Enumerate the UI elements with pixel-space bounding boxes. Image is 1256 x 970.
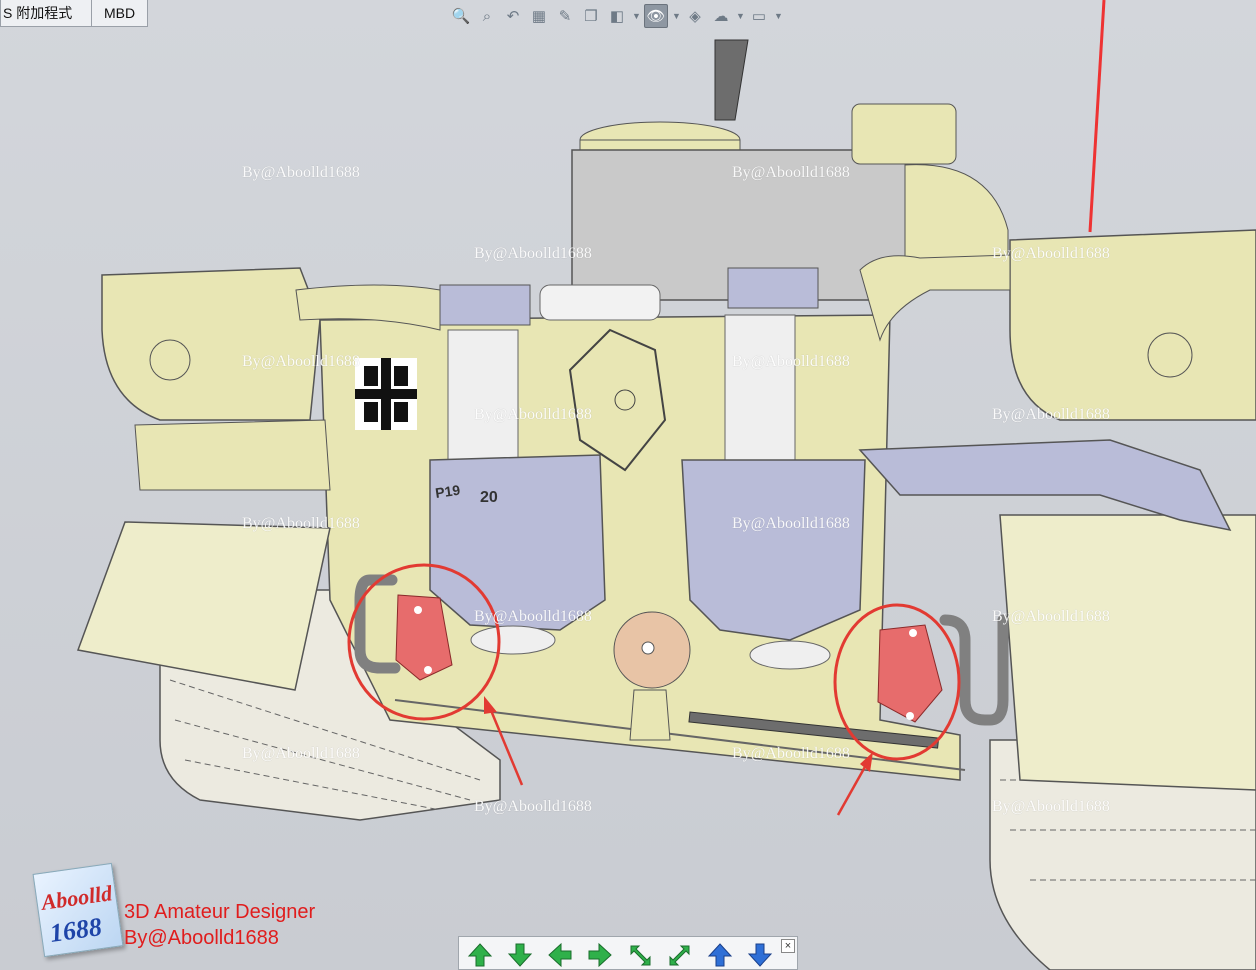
logo-text-bottom: 1688 xyxy=(47,912,104,948)
section-view-icon[interactable]: ▦ xyxy=(528,5,550,27)
axis-line xyxy=(1088,0,1106,233)
chevron-down-icon[interactable]: ▼ xyxy=(672,11,681,21)
display-style-icon[interactable]: ◧ xyxy=(606,5,628,27)
right-exhaust-cap xyxy=(877,624,943,723)
view-rotate-palette: × xyxy=(458,936,798,970)
cross-insignia xyxy=(355,358,417,430)
edit-appearance-icon[interactable]: ◈ xyxy=(684,5,706,27)
credit-line-1: 3D Amateur Designer xyxy=(124,901,316,923)
command-manager-tabs: S 附加程式 MBD xyxy=(0,0,148,28)
watermark: By@Aboolld1688 xyxy=(732,515,850,532)
marking-20: 20 xyxy=(480,489,498,506)
tab-mbd[interactable]: MBD xyxy=(92,0,148,27)
rotate-up-icon[interactable] xyxy=(467,942,493,968)
move-up-icon[interactable] xyxy=(707,942,733,968)
watermark: By@Aboolld1688 xyxy=(474,406,592,423)
watermark: By@Aboolld1688 xyxy=(732,164,850,181)
zoom-to-fit-icon[interactable]: 🔍 xyxy=(450,5,472,27)
roll-counterclockwise-icon[interactable] xyxy=(667,942,693,968)
watermark: By@Aboolld1688 xyxy=(242,164,360,181)
heads-up-view-toolbar: 🔍 ⌕ ↶ ▦ ✎ ❐ ◧ ▼ 👁 ▼ ◈ ☁ ▼ ▭ ▼ xyxy=(450,3,783,29)
access-hatch-cap xyxy=(614,389,636,411)
watermark: By@Aboolld1688 xyxy=(992,245,1110,262)
dynamic-annotation-icon[interactable]: ✎ xyxy=(554,5,576,27)
watermark: By@Aboolld1688 xyxy=(992,406,1110,423)
watermark: By@Aboolld1688 xyxy=(242,515,360,532)
zoom-area-icon[interactable]: ⌕ xyxy=(476,5,498,27)
rotate-right-icon[interactable] xyxy=(587,942,613,968)
watermark: By@Aboolld1688 xyxy=(732,353,850,370)
watermark: By@Aboolld1688 xyxy=(992,798,1110,815)
watermark: By@Aboolld1688 xyxy=(242,353,360,370)
watermark: By@Aboolld1688 xyxy=(242,745,360,762)
watermark: By@Aboolld1688 xyxy=(732,745,850,762)
logo-text-top: Aboolld xyxy=(39,880,114,915)
left-rear-flap xyxy=(76,521,331,691)
graphics-viewport[interactable]: P19 20 By@Aboolld1688 By@Aboolld1688 By@… xyxy=(0,0,1256,970)
watermark: By@Aboolld1688 xyxy=(992,608,1110,625)
apply-scene-icon[interactable]: ☁ xyxy=(710,5,732,27)
roll-clockwise-icon[interactable] xyxy=(627,942,653,968)
right-exhaust-pipe xyxy=(939,614,1009,726)
rotate-down-icon[interactable] xyxy=(507,942,533,968)
right-rear-fender xyxy=(999,514,1256,791)
chevron-down-icon[interactable]: ▼ xyxy=(736,11,745,21)
watermark: By@Aboolld1688 xyxy=(474,798,592,815)
credit-line-2: By@Aboolld1688 xyxy=(124,927,279,949)
tow-coupling xyxy=(629,689,671,741)
watermark: By@Aboolld1688 xyxy=(474,608,592,625)
watermark: By@Aboolld1688 xyxy=(474,245,592,262)
rotate-left-icon[interactable] xyxy=(547,942,573,968)
move-down-icon[interactable] xyxy=(747,942,773,968)
chevron-down-icon[interactable]: ▼ xyxy=(774,11,783,21)
tank-model[interactable]: P19 20 xyxy=(0,0,1256,970)
close-icon[interactable]: × xyxy=(781,939,795,953)
previous-view-icon[interactable]: ↶ xyxy=(502,5,524,27)
chevron-down-icon[interactable]: ▼ xyxy=(632,11,641,21)
aboolld-logo: Aboolld 1688 xyxy=(32,862,124,958)
hide-show-items-icon[interactable]: 👁 xyxy=(644,4,668,28)
view-settings-icon[interactable]: ▭ xyxy=(748,5,770,27)
view-orientation-icon[interactable]: ❐ xyxy=(580,5,602,27)
tab-addins[interactable]: S 附加程式 xyxy=(0,0,92,27)
